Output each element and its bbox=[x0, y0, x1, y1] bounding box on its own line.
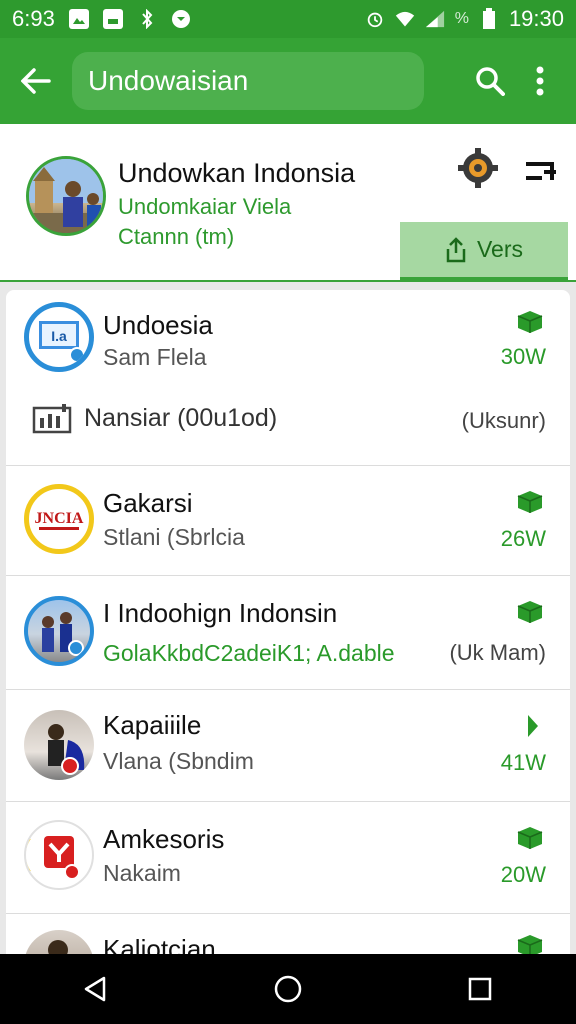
profile-avatar[interactable] bbox=[26, 156, 106, 236]
gear-icon[interactable] bbox=[456, 146, 500, 190]
item-subtitle: Sam Flela bbox=[103, 344, 207, 370]
signal-icon bbox=[425, 9, 445, 29]
search-button[interactable] bbox=[472, 63, 508, 99]
status-time: 19:30 bbox=[508, 6, 564, 31]
item-avatar bbox=[24, 596, 94, 666]
list-item[interactable]: Amkesoris Nakaim 20W bbox=[6, 802, 570, 914]
vers-button[interactable]: Vers bbox=[400, 222, 568, 280]
profile-name: Undowkan Indonsia bbox=[118, 158, 356, 188]
profile-subtitle: Undomkaiar Viela bbox=[118, 194, 292, 219]
status-bar: 6:93 % 19:30 bbox=[0, 0, 576, 38]
status-time-left: 6:93 bbox=[12, 6, 55, 31]
square-recents-icon bbox=[468, 977, 492, 1001]
item-subtitle: GolaKkbdC2adeiK1; A.dable bbox=[103, 640, 395, 666]
command-icon[interactable] bbox=[522, 154, 558, 190]
alarm-icon bbox=[365, 9, 385, 29]
app-bar: Undowaisian bbox=[0, 38, 576, 124]
more-options-button[interactable] bbox=[522, 63, 558, 99]
list-item[interactable]: JNCIA Gakarsi Stlani (Sbrlcia 26W bbox=[6, 466, 570, 576]
item-value: (Uk Mam) bbox=[449, 640, 546, 665]
item-title: Gakarsi bbox=[103, 488, 193, 518]
bluetooth-icon bbox=[137, 9, 157, 29]
cast-icon bbox=[102, 9, 123, 29]
list-item[interactable]: I.a Undoesia Sam Flela 30W Nansiar (00u1… bbox=[6, 290, 570, 466]
item-value: 26W bbox=[500, 526, 546, 551]
item-title: Kapaiiile bbox=[103, 710, 202, 740]
vers-button-label: Vers bbox=[476, 236, 524, 262]
wifi-icon bbox=[395, 9, 415, 29]
battery-icon bbox=[479, 8, 499, 29]
triangle-back-icon bbox=[84, 976, 106, 1002]
item-title: Amkesoris bbox=[103, 824, 225, 854]
profile-subtitle-2: Ctannn (tm) bbox=[118, 224, 235, 249]
nav-back-button[interactable] bbox=[66, 959, 126, 1019]
item-value: 20W bbox=[500, 862, 546, 887]
search-text: Undowaisian bbox=[88, 65, 249, 96]
channel-list: I.a Undoesia Sam Flela 30W Nansiar (00u1… bbox=[6, 290, 570, 970]
box-icon bbox=[517, 311, 543, 333]
chart-icon bbox=[32, 404, 72, 434]
nansiar-value: (Uksunr) bbox=[461, 408, 546, 433]
item-subtitle: Vlana (Sbndim bbox=[103, 748, 254, 774]
item-value: 30W bbox=[500, 344, 546, 369]
item-subtitle: Stlani (Sbrlcia bbox=[103, 524, 245, 550]
item-title: Undoesia bbox=[103, 310, 213, 340]
box-icon bbox=[517, 827, 543, 849]
nav-recents-button[interactable] bbox=[450, 959, 510, 1019]
share-icon bbox=[446, 236, 466, 262]
item-avatar: I.a bbox=[24, 302, 94, 372]
box-icon bbox=[517, 491, 543, 513]
item-avatar: JNCIA bbox=[24, 484, 94, 554]
back-button[interactable] bbox=[0, 38, 72, 124]
item-subtitle: Nakaim bbox=[103, 860, 181, 886]
image-icon bbox=[68, 9, 89, 29]
item-avatar bbox=[24, 710, 94, 780]
list-item[interactable]: Kapaiiile Vlana (Sbndim 41W bbox=[6, 690, 570, 802]
nav-home-button[interactable] bbox=[258, 959, 318, 1019]
shield-icon bbox=[171, 9, 191, 29]
item-logo-text: JNCIA bbox=[35, 510, 84, 527]
item-title: I Indoohign Indonsin bbox=[103, 598, 338, 628]
system-nav-bar bbox=[0, 954, 576, 1024]
list-item[interactable]: I Indoohign Indonsin GolaKkbdC2adeiK1; A… bbox=[6, 576, 570, 690]
item-avatar bbox=[24, 820, 94, 890]
battery-percent: % bbox=[454, 10, 469, 27]
back-arrow-icon bbox=[21, 68, 51, 94]
profile-header: Undowkan Indonsia Undomkaiar Viela Ctann… bbox=[0, 124, 576, 282]
search-input[interactable]: Undowaisian bbox=[72, 52, 424, 110]
more-vert-icon bbox=[536, 66, 544, 96]
item-value: 41W bbox=[500, 750, 546, 775]
play-icon bbox=[528, 715, 538, 737]
item-logo-text: I.a bbox=[51, 328, 67, 344]
nansiar-label: Nansiar (00u1od) bbox=[84, 404, 278, 432]
circle-home-icon bbox=[274, 975, 302, 1003]
nansiar-row[interactable]: Nansiar (00u1od) (Uksunr) bbox=[6, 386, 570, 456]
search-icon bbox=[476, 67, 505, 96]
box-icon bbox=[517, 601, 543, 623]
